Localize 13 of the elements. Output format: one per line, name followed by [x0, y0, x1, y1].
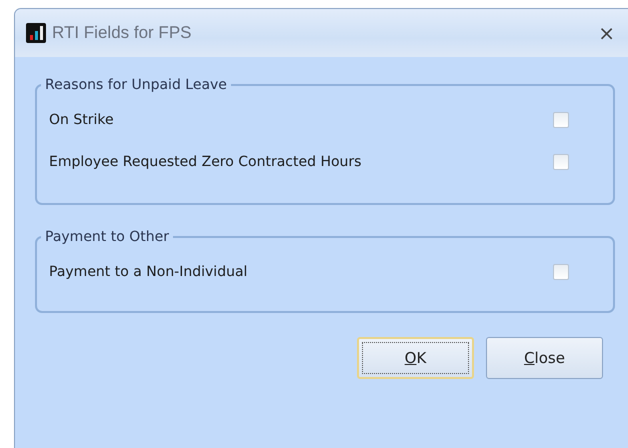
checkbox[interactable]: [553, 154, 569, 170]
dialog-button[interactable]: OK: [357, 337, 474, 379]
window-title: RTI Fields for FPS: [52, 23, 192, 43]
option-label: On Strike: [49, 112, 114, 128]
close-button[interactable]: ×: [598, 21, 615, 45]
group-title: Payment to Other: [44, 229, 170, 245]
dialog-button[interactable]: Close: [486, 337, 603, 379]
option-label: Employee Requested Zero Contracted Hours: [49, 154, 362, 170]
option-label: Payment to a Non-Individual: [49, 264, 248, 280]
checkbox[interactable]: [553, 264, 569, 280]
group-title: Reasons for Unpaid Leave: [44, 77, 228, 93]
checkbox[interactable]: [553, 112, 569, 128]
bar-chart-icon: [26, 23, 46, 43]
